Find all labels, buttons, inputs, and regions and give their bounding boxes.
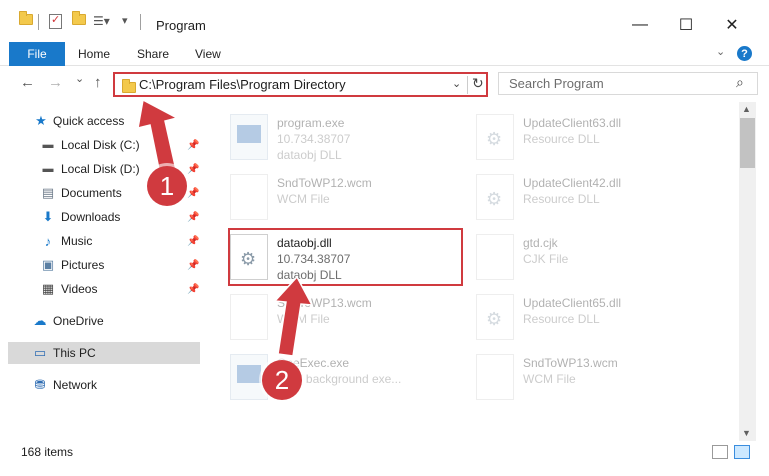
annotation-marker-2: 2 <box>262 360 302 400</box>
arrow-2-icon <box>273 275 314 357</box>
annotation-marker-1: 1 <box>147 166 187 206</box>
annotation-arrows <box>137 98 314 357</box>
arrow-1-icon <box>137 98 180 175</box>
